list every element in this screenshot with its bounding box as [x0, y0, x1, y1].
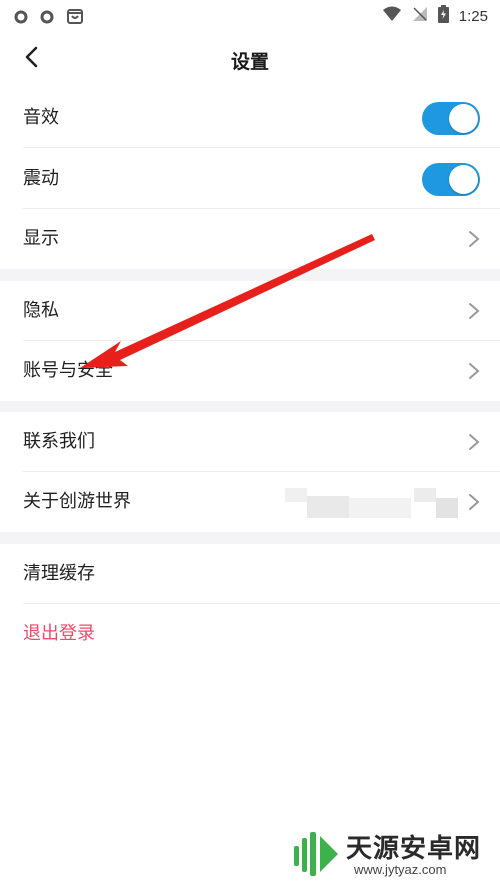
- chevron-right-icon: [469, 231, 480, 247]
- wifi-icon: [382, 6, 402, 26]
- section-gap: [0, 401, 500, 412]
- toggle-knob: [449, 104, 478, 133]
- settings-row-label: 显示: [23, 228, 59, 249]
- logout-button[interactable]: 退出登录: [0, 604, 500, 664]
- sound-toggle[interactable]: [422, 102, 480, 135]
- notification-circle-icon: [14, 9, 28, 28]
- settings-row-label: 音效: [23, 107, 59, 128]
- watermark: 天源安卓网 www.jytyaz.com: [290, 824, 490, 884]
- vibrate-toggle[interactable]: [422, 163, 480, 196]
- settings-row-label: 账号与安全: [23, 360, 113, 381]
- settings-row-label: 隐私: [23, 300, 59, 321]
- status-time: 1:25: [458, 7, 488, 25]
- signal-icon: [412, 6, 428, 26]
- section-gap: [0, 269, 500, 281]
- settings-row-display[interactable]: 显示: [0, 209, 500, 269]
- divider: [23, 147, 500, 148]
- chevron-right-icon: [469, 303, 480, 319]
- chevron-right-icon: [469, 363, 480, 379]
- settings-row-label: 关于创游世界: [23, 491, 131, 512]
- notification-circle-icon: [40, 9, 54, 28]
- settings-row-label: 联系我们: [23, 431, 95, 452]
- settings-row-about[interactable]: 关于创游世界: [0, 472, 500, 532]
- settings-row-vibrate[interactable]: 震动: [0, 149, 500, 209]
- logout-label: 退出登录: [23, 623, 95, 644]
- section-gap: [0, 532, 500, 544]
- settings-row-contact-us[interactable]: 联系我们: [0, 412, 500, 472]
- watermark-title: 天源安卓网: [346, 834, 482, 864]
- settings-row-clear-cache[interactable]: 清理缓存: [0, 544, 500, 604]
- chevron-right-icon: [469, 434, 480, 450]
- chevron-right-icon: [469, 494, 480, 510]
- toggle-knob: [449, 165, 478, 194]
- header: 设置: [0, 30, 500, 88]
- watermark-url: www.jytyaz.com: [354, 862, 447, 877]
- settings-row-privacy[interactable]: 隐私: [0, 281, 500, 341]
- shopping-bag-icon: [66, 7, 84, 29]
- android-logo-icon: [294, 832, 338, 876]
- settings-row-label: 清理缓存: [23, 563, 95, 584]
- settings-row-sound[interactable]: 音效: [0, 88, 500, 148]
- battery-charging-icon: [437, 5, 449, 27]
- settings-row-label: 震动: [23, 168, 59, 189]
- settings-row-account-security[interactable]: 账号与安全: [0, 341, 500, 401]
- status-bar: 1:25: [0, 0, 500, 30]
- page-title: 设置: [230, 51, 269, 73]
